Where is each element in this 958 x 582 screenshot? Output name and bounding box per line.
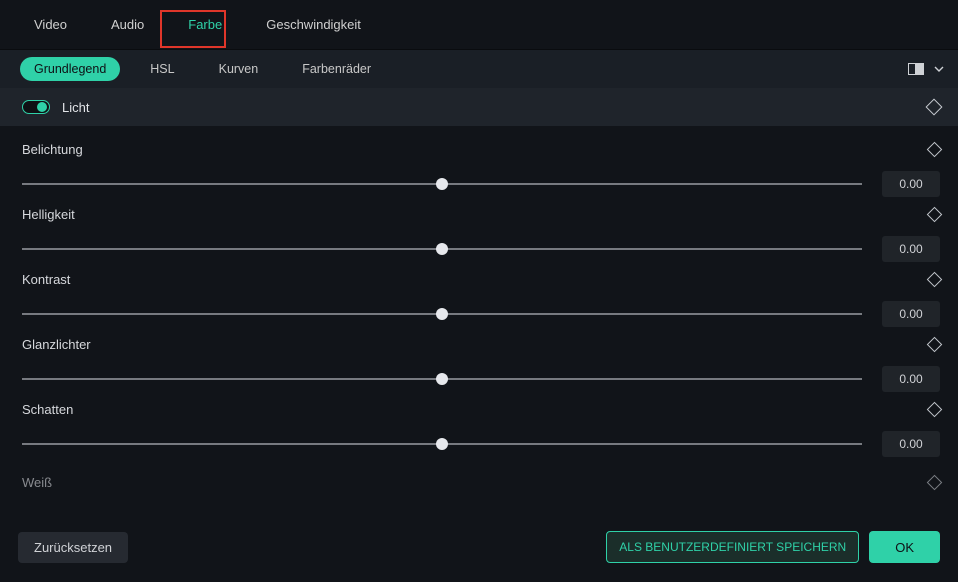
compare-icon[interactable] (908, 63, 924, 75)
value-belichtung[interactable]: 0.00 (882, 171, 940, 197)
tab-audio[interactable]: Audio (105, 13, 150, 36)
reset-belichtung-icon[interactable] (927, 142, 943, 158)
reset-glanzlichter-icon[interactable] (927, 337, 943, 353)
tab-farbe[interactable]: Farbe (182, 13, 228, 36)
tab-geschwindigkeit[interactable]: Geschwindigkeit (260, 13, 367, 36)
value-kontrast[interactable]: 0.00 (882, 301, 940, 327)
thumb-belichtung[interactable] (436, 178, 448, 190)
slider-kontrast: Kontrast 0.00 (0, 262, 958, 327)
subtab-kurven[interactable]: Kurven (205, 57, 273, 81)
thumb-kontrast[interactable] (436, 308, 448, 320)
thumb-glanzlichter[interactable] (436, 373, 448, 385)
track-helligkeit[interactable] (22, 248, 862, 250)
label-glanzlichter: Glanzlichter (22, 337, 91, 352)
track-belichtung[interactable] (22, 183, 862, 185)
value-schatten[interactable]: 0.00 (882, 431, 940, 457)
footer-bar: Zurücksetzen ALS BENUTZERDEFINIERT SPEIC… (0, 522, 958, 582)
slider-weiss: Weiß (0, 457, 958, 490)
slider-helligkeit: Helligkeit 0.00 (0, 197, 958, 262)
main-tabs: Video Audio Farbe Geschwindigkeit (0, 0, 958, 50)
save-custom-button[interactable]: ALS BENUTZERDEFINIERT SPEICHERN (606, 531, 859, 563)
slider-schatten: Schatten 0.00 (0, 392, 958, 457)
slider-glanzlichter: Glanzlichter 0.00 (0, 327, 958, 392)
reset-weiss-icon[interactable] (927, 475, 943, 491)
label-belichtung: Belichtung (22, 142, 83, 157)
toggle-licht[interactable] (22, 100, 50, 114)
subtab-farbenraeder[interactable]: Farbenräder (288, 57, 385, 81)
track-schatten[interactable] (22, 443, 862, 445)
track-kontrast[interactable] (22, 313, 862, 315)
ok-button[interactable]: OK (869, 531, 940, 563)
reset-button[interactable]: Zurücksetzen (18, 532, 128, 563)
subtab-grundlegend[interactable]: Grundlegend (20, 57, 120, 81)
sub-tab-bar: Grundlegend HSL Kurven Farbenräder (0, 50, 958, 88)
label-weiss: Weiß (22, 475, 52, 490)
chevron-down-icon[interactable] (934, 64, 944, 74)
subtab-hsl[interactable]: HSL (136, 57, 188, 81)
reset-schatten-icon[interactable] (927, 402, 943, 418)
slider-belichtung: Belichtung 0.00 (0, 132, 958, 197)
value-glanzlichter[interactable]: 0.00 (882, 366, 940, 392)
track-glanzlichter[interactable] (22, 378, 862, 380)
label-schatten: Schatten (22, 402, 73, 417)
tab-video[interactable]: Video (28, 13, 73, 36)
sliders-panel: Belichtung 0.00 Helligkeit 0.00 Kontrast… (0, 126, 958, 522)
section-title: Licht (62, 100, 89, 115)
label-helligkeit: Helligkeit (22, 207, 75, 222)
reset-kontrast-icon[interactable] (927, 272, 943, 288)
reset-helligkeit-icon[interactable] (927, 207, 943, 223)
reset-section-icon[interactable] (926, 99, 943, 116)
thumb-schatten[interactable] (436, 438, 448, 450)
value-helligkeit[interactable]: 0.00 (882, 236, 940, 262)
thumb-helligkeit[interactable] (436, 243, 448, 255)
section-header-licht: Licht (0, 88, 958, 126)
label-kontrast: Kontrast (22, 272, 70, 287)
